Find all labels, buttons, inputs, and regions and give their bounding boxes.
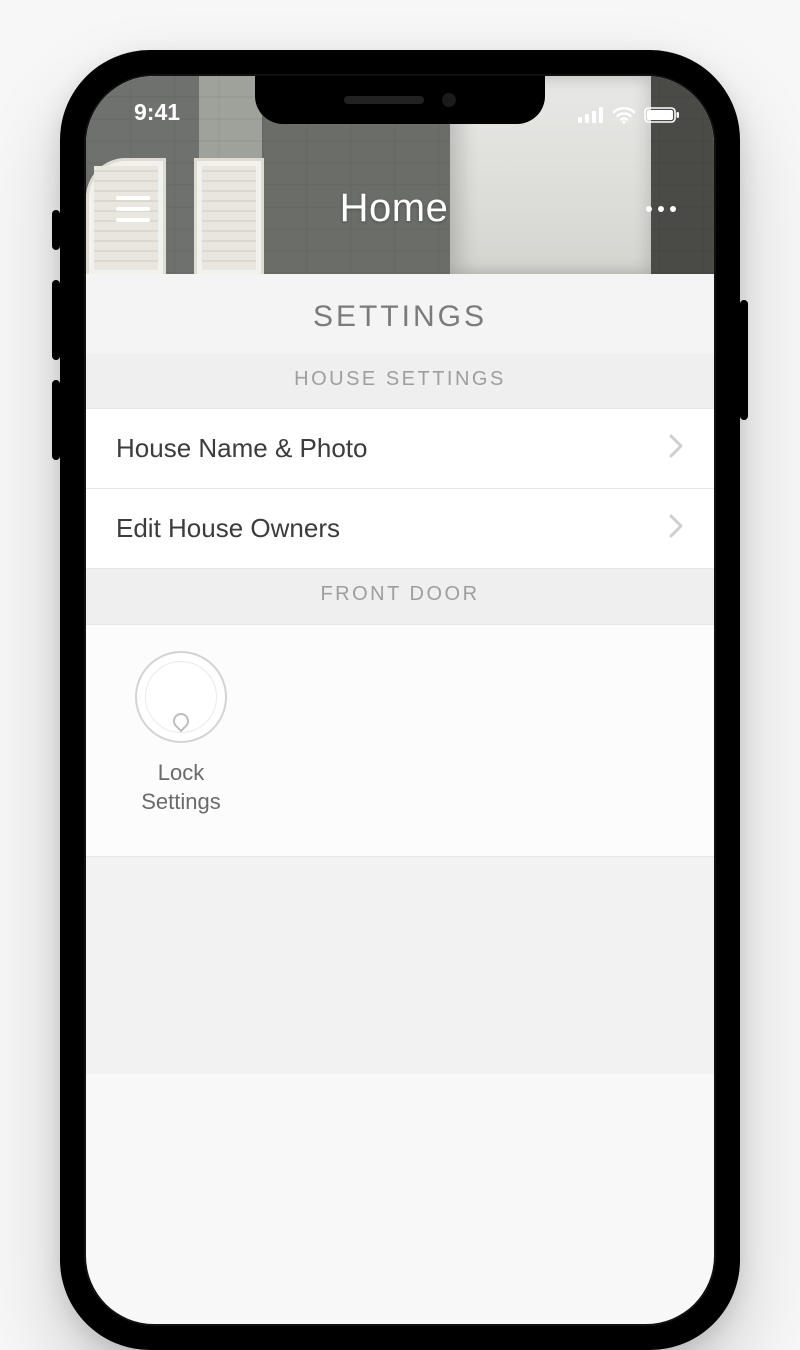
status-time: 9:41 [134, 99, 180, 126]
row-house-name-photo[interactable]: House Name & Photo [86, 408, 714, 489]
phone-volume-down [52, 380, 60, 460]
hamburger-icon [116, 218, 150, 222]
row-label: Edit House Owners [116, 513, 340, 544]
more-icon [646, 206, 652, 212]
phone-power-button [740, 300, 748, 420]
phone-frame: 9:41 Home [60, 50, 740, 1350]
wifi-icon [612, 106, 636, 124]
phone-volume-up [52, 280, 60, 360]
device-label: Lock Settings [116, 759, 246, 816]
status-bar: 9:41 [86, 76, 714, 132]
phone-bezel: 9:41 Home [84, 74, 716, 1326]
header-hero: 9:41 Home [86, 76, 714, 274]
settings-heading: SETTINGS [86, 274, 714, 354]
row-label: House Name & Photo [116, 433, 367, 464]
chevron-right-icon [668, 433, 684, 464]
cellular-signal-icon [578, 107, 604, 123]
device-lock-settings[interactable]: Lock Settings [116, 651, 246, 816]
status-indicators [578, 106, 680, 126]
screen: 9:41 Home [86, 76, 714, 1324]
chevron-right-icon [668, 513, 684, 544]
lock-icon [135, 651, 227, 743]
device-area: Lock Settings [86, 624, 714, 857]
hamburger-icon [116, 207, 150, 211]
more-icon [658, 206, 664, 212]
content: SETTINGS HOUSE SETTINGS House Name & Pho… [86, 274, 714, 1074]
section-label-house: HOUSE SETTINGS [86, 354, 714, 409]
phone-silent-switch [52, 210, 60, 250]
more-icon [670, 206, 676, 212]
hamburger-icon [116, 196, 150, 200]
menu-button[interactable] [116, 196, 150, 222]
page-title: Home [340, 186, 449, 231]
section-label-front-door: FRONT DOOR [86, 569, 714, 624]
device-label-line: Lock [158, 760, 204, 785]
battery-icon [644, 107, 680, 123]
row-edit-house-owners[interactable]: Edit House Owners [86, 488, 714, 569]
more-button[interactable] [638, 198, 684, 220]
title-bar: Home [86, 186, 714, 231]
device-label-line: Settings [141, 789, 221, 814]
